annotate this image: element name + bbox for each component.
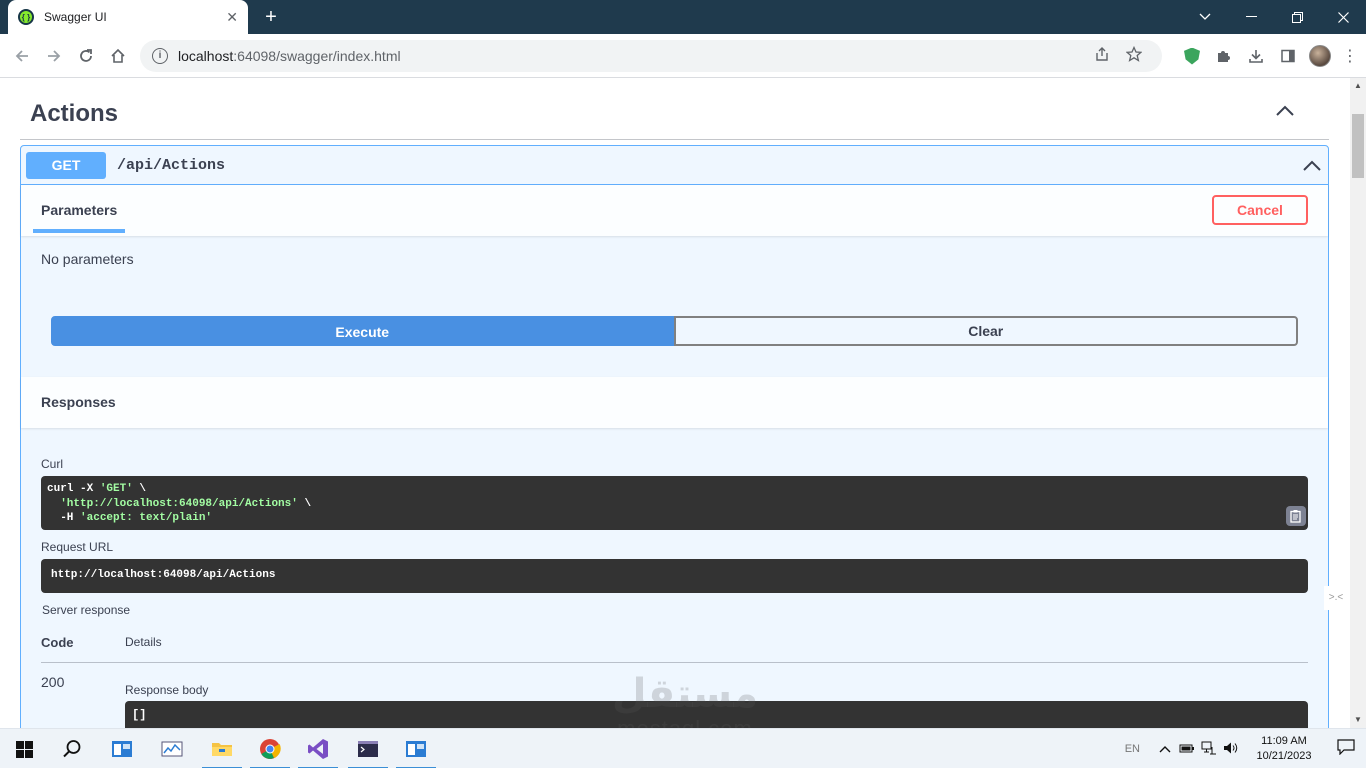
curl-line-2: 'http://localhost:64098/api/Actions' \ xyxy=(60,497,312,510)
parameters-tab-label: Parameters xyxy=(41,202,118,218)
response-status-code: 200 xyxy=(41,674,65,690)
adblock-shield-icon[interactable] xyxy=(1176,40,1208,72)
download-icon[interactable] xyxy=(1240,40,1272,72)
address-url[interactable]: localhost:64098/swagger/index.html xyxy=(178,48,1086,64)
url-path: :64098/swagger/index.html xyxy=(233,48,401,64)
tab-title: Swagger UI xyxy=(44,10,107,24)
close-tab-icon[interactable]: ✕ xyxy=(226,9,238,26)
minimize-icon[interactable] xyxy=(1228,0,1274,34)
volume-icon[interactable] xyxy=(1220,741,1242,758)
notifications-icon[interactable] xyxy=(1326,738,1366,760)
taskbar-terminal-icon[interactable] xyxy=(344,729,392,768)
url-host: localhost xyxy=(178,48,234,64)
browser-toolbar: i localhost:64098/swagger/index.html ⋮ xyxy=(0,34,1366,78)
extensions-area xyxy=(1176,40,1336,72)
site-info-icon[interactable]: i xyxy=(152,48,168,64)
taskbar-file-explorer-icon[interactable] xyxy=(198,729,246,768)
profile-avatar[interactable] xyxy=(1304,40,1336,72)
chevron-up-icon[interactable] xyxy=(1154,742,1176,756)
response-body-label: Response body xyxy=(125,683,209,697)
window-controls xyxy=(1182,0,1366,34)
taskbar-app-window-icon[interactable] xyxy=(98,729,146,768)
address-bar[interactable]: i localhost:64098/swagger/index.html xyxy=(140,40,1162,72)
request-url-label: Request URL xyxy=(41,540,114,554)
curl-line-3: -H 'accept: text/plain' xyxy=(47,512,213,524)
table-divider xyxy=(41,662,1308,663)
start-windows-icon[interactable] xyxy=(0,729,48,768)
system-clock[interactable]: 11:09 AM 10/21/2023 xyxy=(1248,734,1320,764)
search-icon[interactable] xyxy=(48,729,96,768)
windows-taskbar: EN 11:09 AM 10/21/2023 xyxy=(0,728,1366,768)
responses-title: Responses xyxy=(41,394,116,410)
side-panel-icon[interactable] xyxy=(1272,40,1304,72)
code-column-header: Code xyxy=(41,635,74,650)
battery-icon[interactable] xyxy=(1176,742,1198,757)
cancel-button[interactable]: Cancel xyxy=(1212,195,1308,225)
system-tray: EN 11:09 AM 10/21/2023 xyxy=(1125,729,1366,768)
response-body-block: [] xyxy=(125,701,1308,728)
parameters-header: Parameters Cancel xyxy=(21,185,1328,236)
taskbar-visual-studio-icon[interactable] xyxy=(294,729,342,768)
curl-label: Curl xyxy=(41,457,64,471)
copy-to-clipboard-icon[interactable] xyxy=(1286,506,1306,526)
tab-parameters[interactable]: Parameters xyxy=(33,185,125,233)
operation-summary[interactable]: GET /api/Actions xyxy=(21,146,1328,185)
new-tab-button[interactable]: + xyxy=(258,4,284,30)
clear-button[interactable]: Clear xyxy=(673,316,1298,346)
page-viewport: Actions GET /api/Actions Parameters Canc… xyxy=(0,78,1350,728)
taskbar-chrome-icon[interactable] xyxy=(246,729,294,768)
browser-tabstrip: { } Swagger UI ✕ + xyxy=(0,0,1366,34)
tab-search-icon[interactable] xyxy=(1182,0,1228,34)
server-response-label: Server response xyxy=(42,603,131,617)
execute-wrapper: Execute Clear xyxy=(51,316,1298,346)
tag-section-header[interactable]: Actions xyxy=(20,78,1329,140)
collapse-operation-icon[interactable] xyxy=(1302,157,1322,173)
taskbar-resource-monitor-icon[interactable] xyxy=(148,729,196,768)
scroll-up-icon[interactable]: ▲ xyxy=(1350,78,1366,94)
share-icon[interactable] xyxy=(1086,46,1118,66)
swagger-favicon-icon: { } xyxy=(18,9,34,25)
restore-icon[interactable] xyxy=(1274,0,1320,34)
collapse-section-icon[interactable] xyxy=(1275,102,1295,118)
execute-button[interactable]: Execute xyxy=(51,316,674,346)
close-window-icon[interactable] xyxy=(1320,0,1366,34)
curl-code-block: curl -X 'GET' \ 'http://localhost:64098/… xyxy=(41,476,1308,530)
bookmark-star-icon[interactable] xyxy=(1118,45,1150,66)
network-icon[interactable] xyxy=(1198,741,1220,758)
http-method-badge: GET xyxy=(26,152,106,179)
section-title: Actions xyxy=(30,100,119,127)
home-icon[interactable] xyxy=(102,40,134,72)
forward-icon[interactable] xyxy=(38,40,70,72)
language-indicator[interactable]: EN xyxy=(1125,743,1140,755)
curl-line-1: curl -X 'GET' \ xyxy=(47,483,147,495)
operation-path: /api/Actions xyxy=(117,157,226,174)
no-parameters-text: No parameters xyxy=(41,251,134,267)
details-column-header: Details xyxy=(125,635,162,649)
scroll-down-icon[interactable]: ▼ xyxy=(1350,712,1366,728)
side-collapse-widget-icon[interactable]: >.< xyxy=(1324,586,1348,610)
reload-icon[interactable] xyxy=(70,40,102,72)
browser-tab[interactable]: { } Swagger UI ✕ xyxy=(8,0,248,34)
back-icon[interactable] xyxy=(6,40,38,72)
clock-time: 11:09 AM xyxy=(1261,735,1307,747)
operation-block: GET /api/Actions Parameters Cancel No pa… xyxy=(20,145,1329,728)
page-scrollbar[interactable]: ▲ ▼ xyxy=(1350,78,1366,728)
scroll-thumb[interactable] xyxy=(1352,114,1364,178)
browser-menu-icon[interactable]: ⋮ xyxy=(1340,40,1360,72)
request-url-block: http://localhost:64098/api/Actions xyxy=(41,559,1308,593)
clock-date: 10/21/2023 xyxy=(1256,750,1312,762)
taskbar-app-window-2-icon[interactable] xyxy=(392,729,440,768)
extensions-puzzle-icon[interactable] xyxy=(1208,40,1240,72)
responses-header: Responses xyxy=(21,377,1328,428)
